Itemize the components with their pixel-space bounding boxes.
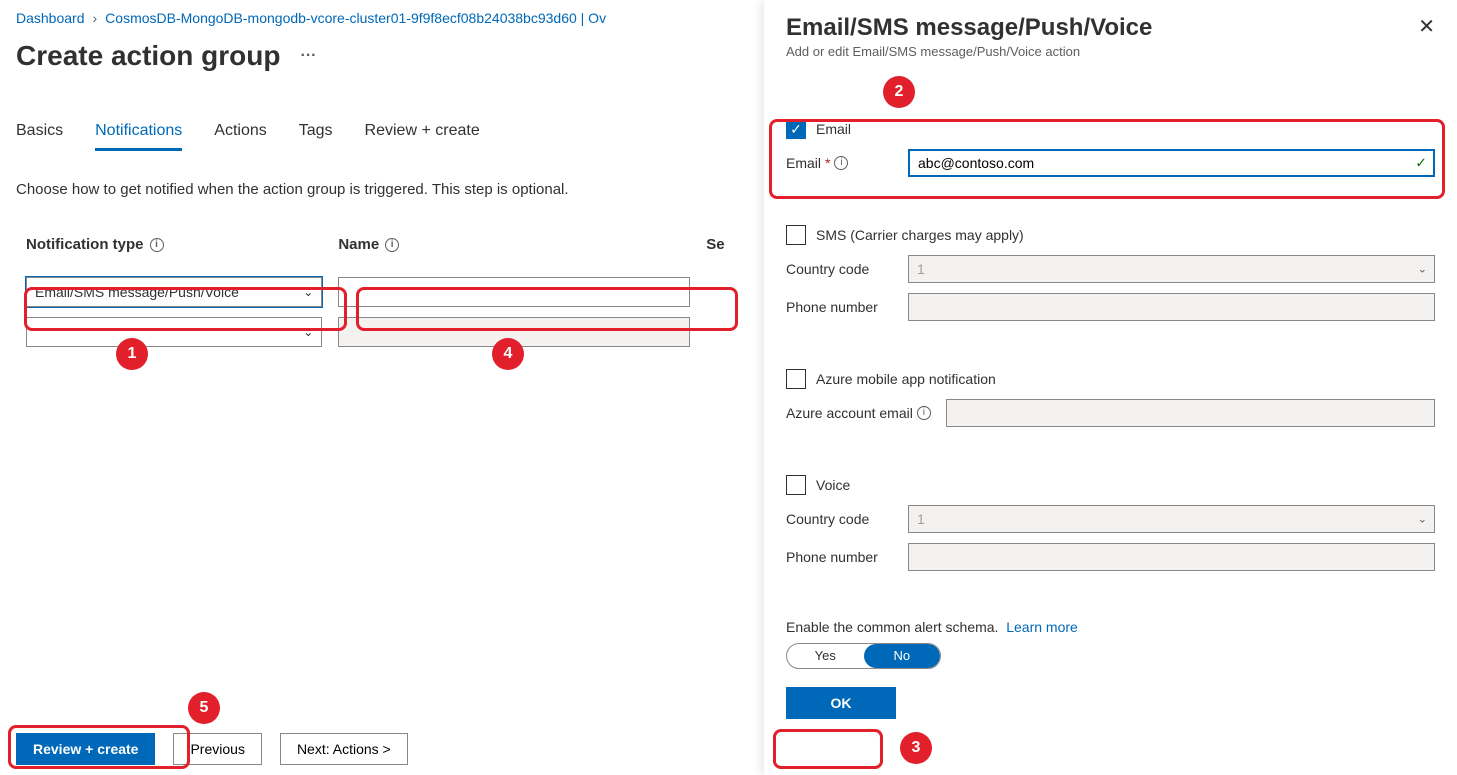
breadcrumb-item-resource[interactable]: CosmosDB-MongoDB-mongodb-vcore-cluster01…: [105, 10, 606, 26]
toggle-yes[interactable]: Yes: [787, 644, 864, 668]
voice-phone-label: Phone number: [786, 549, 878, 565]
info-icon[interactable]: i: [150, 238, 164, 252]
voice-phone-input[interactable]: [908, 543, 1435, 571]
notification-type-value: Email/SMS message/Push/Voice: [35, 284, 239, 300]
chevron-down-icon: ⌄: [1418, 263, 1427, 276]
close-icon[interactable]: ✕: [1418, 14, 1435, 39]
email-checkbox[interactable]: ✓: [786, 119, 806, 139]
notification-name-input-2[interactable]: [338, 317, 690, 347]
notification-name-input-1[interactable]: [338, 277, 690, 307]
chevron-down-icon: ⌄: [303, 285, 313, 299]
required-icon: *: [825, 155, 830, 171]
tab-tags[interactable]: Tags: [299, 122, 333, 151]
breadcrumb-item-dashboard[interactable]: Dashboard: [16, 10, 85, 26]
toggle-no[interactable]: No: [864, 644, 941, 668]
page-title: Create action group: [16, 40, 280, 72]
chevron-down-icon: ⌄: [303, 325, 313, 339]
col-header-type: Notification type: [26, 236, 144, 253]
col-header-selected: Se: [706, 236, 724, 253]
learn-more-link[interactable]: Learn more: [1006, 619, 1078, 635]
more-icon[interactable]: ···: [300, 47, 316, 65]
voice-checkbox[interactable]: [786, 475, 806, 495]
voice-country-code-label: Country code: [786, 511, 869, 527]
checkmark-icon: ✓: [1415, 155, 1427, 172]
sms-phone-label: Phone number: [786, 299, 878, 315]
voice-checkbox-label: Voice: [816, 477, 850, 493]
review-create-button[interactable]: Review + create: [16, 733, 155, 765]
email-input[interactable]: [908, 149, 1435, 177]
sms-checkbox[interactable]: [786, 225, 806, 245]
email-checkbox-label: Email: [816, 121, 851, 137]
sms-country-code-select[interactable]: [908, 255, 1435, 283]
azure-app-checkbox-label: Azure mobile app notification: [816, 371, 996, 387]
schema-text: Enable the common alert schema.: [786, 619, 998, 635]
previous-button[interactable]: Previous: [173, 733, 261, 765]
sms-checkbox-label: SMS (Carrier charges may apply): [816, 227, 1024, 243]
email-field-label: Email: [786, 155, 821, 171]
tab-description: Choose how to get notified when the acti…: [16, 181, 734, 198]
breadcrumb: Dashboard › CosmosDB-MongoDB-mongodb-vco…: [16, 10, 734, 26]
tab-basics[interactable]: Basics: [16, 122, 63, 151]
tabs: Basics Notifications Actions Tags Review…: [16, 122, 734, 151]
sms-phone-input[interactable]: [908, 293, 1435, 321]
panel-title: Email/SMS message/Push/Voice: [786, 14, 1152, 42]
schema-toggle[interactable]: Yes No: [786, 643, 941, 669]
sms-country-code-label: Country code: [786, 261, 869, 277]
info-icon[interactable]: i: [834, 156, 848, 170]
col-header-name: Name: [338, 236, 379, 253]
notification-type-select-2[interactable]: ⌄: [26, 317, 322, 347]
chevron-down-icon: ⌄: [1418, 513, 1427, 526]
panel-subtitle: Add or edit Email/SMS message/Push/Voice…: [786, 44, 1152, 59]
ok-button[interactable]: OK: [786, 687, 896, 719]
chevron-right-icon: ›: [93, 10, 98, 26]
tab-review[interactable]: Review + create: [365, 122, 480, 151]
tab-actions[interactable]: Actions: [214, 122, 266, 151]
notification-type-select-1[interactable]: Email/SMS message/Push/Voice ⌄: [26, 277, 322, 307]
side-panel: Email/SMS message/Push/Voice Add or edit…: [764, 0, 1457, 775]
azure-email-input[interactable]: [946, 399, 1435, 427]
voice-country-code-select[interactable]: [908, 505, 1435, 533]
info-icon[interactable]: i: [917, 406, 931, 420]
azure-app-checkbox[interactable]: [786, 369, 806, 389]
azure-email-label: Azure account email: [786, 405, 913, 421]
info-icon[interactable]: i: [385, 238, 399, 252]
next-button[interactable]: Next: Actions >: [280, 733, 408, 765]
tab-notifications[interactable]: Notifications: [95, 122, 182, 151]
